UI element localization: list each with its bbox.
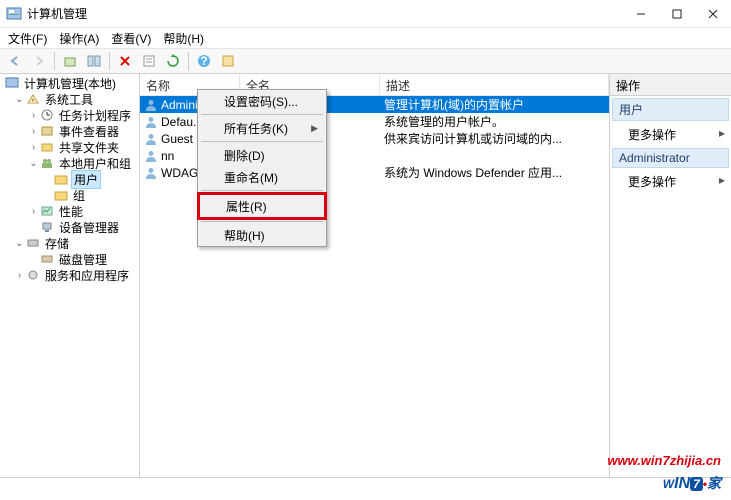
window-title: 计算机管理: [27, 5, 623, 22]
tree-system-tools[interactable]: ⌄系统工具: [0, 91, 139, 107]
toolbar: ?: [0, 48, 731, 74]
delete-button[interactable]: [114, 50, 136, 72]
ctx-rename[interactable]: 重命名(M): [198, 166, 326, 188]
menu-action[interactable]: 操作(A): [55, 30, 103, 47]
actions-panel: 操作 用户 更多操作 ▸ Administrator 更多操作 ▸: [609, 74, 731, 477]
user-icon: [144, 115, 158, 129]
app-icon: [6, 6, 22, 22]
forward-button[interactable]: [28, 50, 50, 72]
actions-admin-section: Administrator: [612, 148, 729, 168]
refresh-button[interactable]: [162, 50, 184, 72]
user-icon: [144, 166, 158, 180]
ctx-help[interactable]: 帮助(H): [198, 224, 326, 246]
watermark: www.win7zhijia.cn WIN7•家: [607, 453, 721, 494]
tree-event-viewer[interactable]: ›事件查看器: [0, 123, 139, 139]
config-button[interactable]: [217, 50, 239, 72]
actions-more-1[interactable]: 更多操作 ▸: [610, 123, 731, 146]
close-button[interactable]: [695, 2, 731, 26]
tree-performance[interactable]: ›性能: [0, 203, 139, 219]
actions-header: 操作: [610, 74, 731, 96]
tree-storage[interactable]: ⌄存储: [0, 235, 139, 251]
menubar: 文件(F) 操作(A) 查看(V) 帮助(H): [0, 28, 731, 48]
tree-local-users[interactable]: ⌄本地用户和组: [0, 155, 139, 171]
properties-button[interactable]: [138, 50, 160, 72]
user-icon: [144, 98, 158, 112]
watermark-logo: WIN7•家: [607, 468, 721, 494]
tree-disk-mgmt[interactable]: 磁盘管理: [0, 251, 139, 267]
tree-groups[interactable]: 组: [0, 187, 139, 203]
col-desc[interactable]: 描述: [380, 74, 609, 95]
actions-more-2[interactable]: 更多操作 ▸: [610, 170, 731, 193]
up-button[interactable]: [59, 50, 81, 72]
ctx-set-password[interactable]: 设置密码(S)...: [198, 90, 326, 112]
tree-panel: 计算机管理(本地) ⌄系统工具 ›任务计划程序 ›事件查看器 ›共享文件夹 ⌄本…: [0, 74, 140, 477]
tree-shared-folders[interactable]: ›共享文件夹: [0, 139, 139, 155]
ctx-delete[interactable]: 删除(D): [198, 144, 326, 166]
menu-help[interactable]: 帮助(H): [159, 30, 208, 47]
menu-file[interactable]: 文件(F): [4, 30, 51, 47]
maximize-button[interactable]: [659, 2, 695, 26]
tree-task-scheduler[interactable]: ›任务计划程序: [0, 107, 139, 123]
back-button[interactable]: [4, 50, 26, 72]
menu-view[interactable]: 查看(V): [107, 30, 155, 47]
titlebar: 计算机管理: [0, 0, 731, 28]
user-icon: [144, 149, 158, 163]
watermark-url: www.win7zhijia.cn: [607, 453, 721, 468]
show-hide-button[interactable]: [83, 50, 105, 72]
context-menu: 设置密码(S)... 所有任务(K)▶ 删除(D) 重命名(M) 属性(R) 帮…: [197, 89, 327, 247]
minimize-button[interactable]: [623, 2, 659, 26]
tree-device-manager[interactable]: 设备管理器: [0, 219, 139, 235]
tree-services-apps[interactable]: ›服务和应用程序: [0, 267, 139, 283]
help-button[interactable]: ?: [193, 50, 215, 72]
tree-root[interactable]: 计算机管理(本地): [0, 75, 139, 91]
user-icon: [144, 132, 158, 146]
ctx-properties[interactable]: 属性(R): [200, 195, 324, 217]
tree-users[interactable]: 用户: [0, 171, 139, 187]
actions-users-section: 用户: [612, 98, 729, 121]
ctx-all-tasks[interactable]: 所有任务(K)▶: [198, 117, 326, 139]
svg-text:?: ?: [200, 54, 207, 68]
